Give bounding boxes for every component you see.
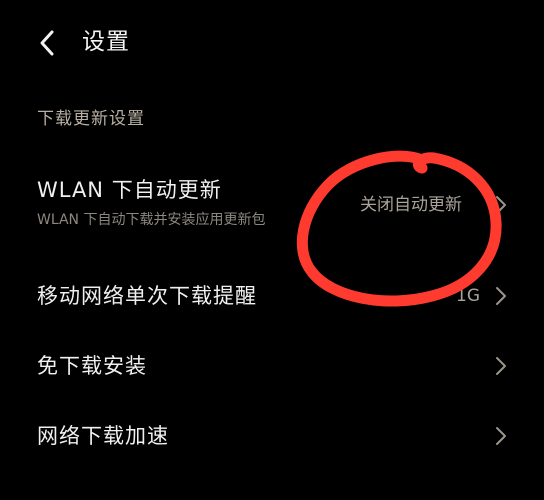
chevron-right-icon bbox=[496, 427, 506, 445]
setting-row-install-without-download[interactable]: 免下载安装 bbox=[0, 349, 544, 389]
wlan-auto-update-subtitle: WLAN 下自动下载并安装应用更新包 bbox=[37, 212, 266, 228]
wlan-auto-update-value: 关闭自动更新 bbox=[360, 195, 462, 215]
mobile-download-reminder-title: 移动网络单次下载提醒 bbox=[37, 284, 257, 308]
header-bar: 设置 bbox=[0, 0, 544, 86]
mobile-download-reminder-value: 1G bbox=[456, 286, 480, 306]
setting-row-wlan-auto-update[interactable]: WLAN 下自动更新 WLAN 下自动下载并安装应用更新包 关闭自动更新 bbox=[0, 172, 544, 242]
network-download-boost-title: 网络下载加速 bbox=[37, 424, 169, 448]
page-title: 设置 bbox=[82, 29, 130, 55]
section-label-download-update: 下载更新设置 bbox=[37, 109, 145, 129]
chevron-right-icon bbox=[496, 196, 506, 214]
chevron-right-icon bbox=[496, 357, 506, 375]
back-arrow-icon[interactable] bbox=[36, 29, 60, 57]
chevron-right-icon bbox=[496, 287, 506, 305]
setting-row-mobile-download-reminder[interactable]: 移动网络单次下载提醒 1G bbox=[0, 279, 544, 319]
setting-row-network-download-boost[interactable]: 网络下载加速 bbox=[0, 419, 544, 459]
wlan-auto-update-title: WLAN 下自动更新 bbox=[37, 178, 222, 202]
install-without-download-title: 免下载安装 bbox=[37, 354, 147, 378]
